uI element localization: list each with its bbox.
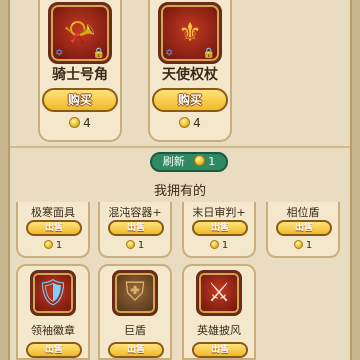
section-divider <box>10 146 350 148</box>
sell-button[interactable]: 出售 <box>108 220 164 236</box>
item-price: 4 <box>150 116 230 130</box>
owned-item-card[interactable]: ⛨ 巨盾 出售 <box>98 264 172 360</box>
star-badge-icon: ✡ <box>165 48 174 59</box>
lock-icon: 🔒 <box>92 48 105 59</box>
item-name: 末日审判+ <box>192 206 246 219</box>
sell-button[interactable]: 出售 <box>26 220 82 236</box>
owned-item-card[interactable]: ⚔ 英雄披风 出售 <box>182 264 256 360</box>
leader-badge-icon: 🛡 <box>30 270 76 316</box>
shop-item-card[interactable]: 📯 ✡ 🔒 骑士号角 购买 4 <box>38 0 122 142</box>
sell-button[interactable]: 出售 <box>192 342 248 358</box>
coin-icon <box>69 117 81 128</box>
item-name: 巨盾 <box>124 324 146 337</box>
buy-button[interactable]: 购买 <box>42 88 118 112</box>
coin-icon <box>179 117 191 128</box>
star-badge-icon: ✡ <box>55 48 64 59</box>
item-name: 领袖徽章 <box>31 324 75 337</box>
item-name: 极寒面具 <box>31 206 75 219</box>
item-name: 混沌容器+ <box>108 206 162 219</box>
coin-icon <box>194 155 206 166</box>
shop-item-card[interactable]: ⚜ ✡ 🔒 天使权杖 购买 4 <box>148 0 232 142</box>
coin-icon <box>209 240 219 249</box>
owned-item-card[interactable]: 🛡 领袖徽章 出售 <box>16 264 90 360</box>
coin-icon <box>293 240 303 249</box>
item-price: 4 <box>40 116 120 130</box>
shop-panel: 📯 ✡ 🔒 骑士号角 购买 4 ⚜ ✡ 🔒 天使权杖 购买 4 刷新 1 我拥有… <box>8 0 352 360</box>
item-name: 骑士号角 <box>52 67 108 83</box>
sell-button[interactable]: 出售 <box>108 342 164 358</box>
sell-button[interactable]: 出售 <box>276 220 332 236</box>
coin-icon <box>125 240 135 249</box>
sell-button[interactable]: 出售 <box>26 342 82 358</box>
coin-icon <box>43 240 53 249</box>
item-price: 1 <box>268 240 338 251</box>
owned-item-card[interactable]: 极寒面具 出售 1 <box>16 202 90 258</box>
item-name: 相位盾 <box>286 206 320 219</box>
item-price: 1 <box>100 240 170 251</box>
giant-shield-icon: ⛨ <box>112 270 158 316</box>
item-name: 英雄披风 <box>197 324 241 337</box>
owned-item-card[interactable]: 末日审判+ 出售 1 <box>182 202 256 258</box>
horn-icon: 📯 ✡ 🔒 <box>48 2 112 64</box>
buy-button[interactable]: 购买 <box>152 88 228 112</box>
hero-cloak-icon: ⚔ <box>196 270 242 316</box>
item-price: 1 <box>184 240 254 251</box>
item-price: 1 <box>18 240 88 251</box>
owned-section-title: 我拥有的 <box>153 184 206 199</box>
owned-item-card[interactable]: 相位盾 出售 1 <box>266 202 340 258</box>
refresh-button[interactable]: 刷新 1 <box>150 152 228 172</box>
owned-item-card[interactable]: 混沌容器+ 出售 1 <box>98 202 172 258</box>
item-name: 天使权杖 <box>162 67 218 83</box>
sell-button[interactable]: 出售 <box>192 220 248 236</box>
angel-scepter-icon: ⚜ ✡ 🔒 <box>158 2 222 64</box>
lock-icon: 🔒 <box>202 48 215 59</box>
